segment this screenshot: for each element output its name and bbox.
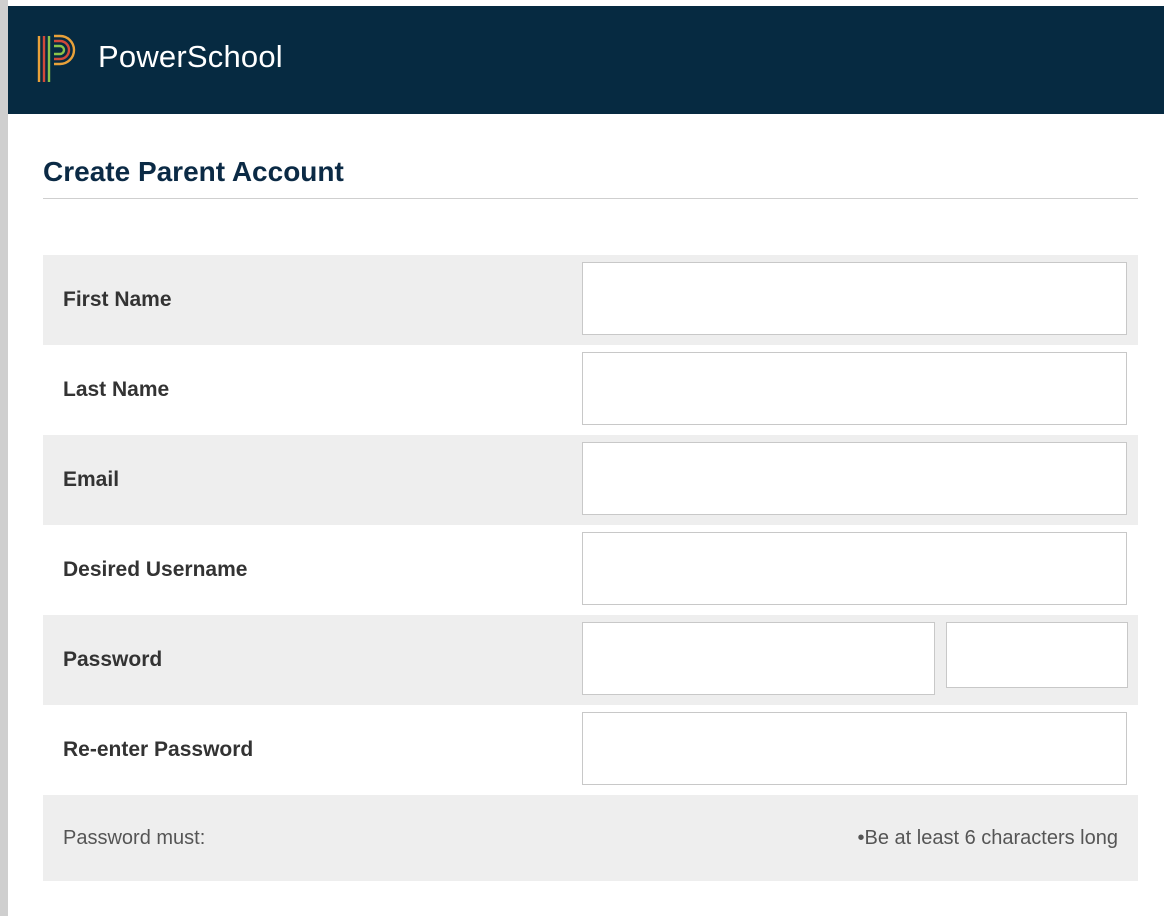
top-header: PowerSchool: [8, 6, 1164, 114]
page-title: Create Parent Account: [43, 156, 344, 187]
desired-username-row: Desired Username: [43, 525, 1138, 615]
password-rules-label: Password must:: [63, 827, 206, 849]
brand-name: PowerSchool: [98, 39, 283, 74]
reenter-password-label: Re-enter Password: [63, 738, 254, 761]
email-input[interactable]: [582, 442, 1127, 515]
desired-username-input[interactable]: [582, 532, 1127, 605]
last-name-row: Last Name: [43, 345, 1138, 435]
password-rule-min-length: •Be at least 6 characters long: [857, 827, 1118, 849]
first-name-label: First Name: [63, 288, 172, 311]
first-name-row: First Name: [43, 255, 1138, 345]
last-name-label: Last Name: [63, 378, 170, 401]
email-label: Email: [63, 468, 120, 491]
reenter-password-row: Re-enter Password: [43, 705, 1138, 795]
desired-username-label: Desired Username: [63, 558, 248, 581]
first-name-input[interactable]: [582, 262, 1127, 335]
powerschool-p-logo-icon: [37, 34, 76, 82]
create-account-form: First Name Last Name Email Desired Usern…: [43, 255, 1138, 881]
left-edge-strip: [0, 0, 8, 916]
last-name-input[interactable]: [582, 352, 1127, 425]
reenter-password-input[interactable]: [582, 712, 1127, 785]
password-input[interactable]: [582, 622, 935, 695]
email-row: Email: [43, 435, 1138, 525]
title-divider: [43, 198, 1138, 199]
password-label: Password: [63, 648, 163, 671]
password-rules-row: Password must: •Be at least 6 characters…: [43, 795, 1138, 881]
password-strength-box: [946, 622, 1128, 688]
password-row: Password: [43, 615, 1138, 705]
